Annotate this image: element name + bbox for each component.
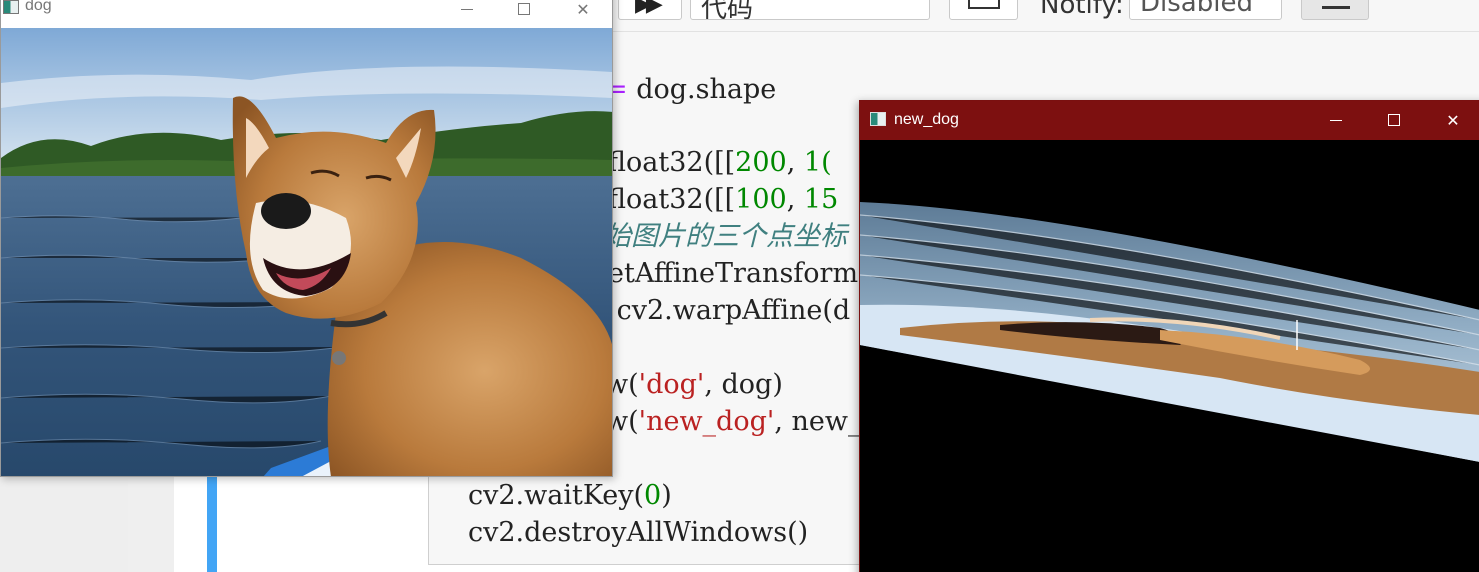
notify-select[interactable]: Disabled <box>1129 0 1282 20</box>
window-titlebar[interactable]: new_dog ✕ <box>860 101 1479 140</box>
dog-image-window[interactable]: dog ✕ <box>0 0 613 477</box>
code-line: cv2.warpAffine(d <box>608 295 851 326</box>
code-line: cv2.waitKey(0) <box>468 480 672 511</box>
fast-forward-icon: ▶▶ <box>635 0 663 17</box>
cell-type-value: 代码 <box>701 0 754 24</box>
notify-value: Disabled <box>1140 0 1253 18</box>
warped-dog-photo <box>860 140 1479 572</box>
code-line: w('dog', dog) <box>605 369 783 400</box>
minimize-button[interactable] <box>1313 106 1359 134</box>
code-line: cv2.destroyAllWindows() <box>468 517 809 548</box>
notify-label: Notify: <box>1040 0 1124 20</box>
minimize-button[interactable] <box>444 0 490 23</box>
maximize-button[interactable] <box>501 0 547 23</box>
list-icon <box>1322 0 1350 9</box>
code-line: float32([[200, 1( <box>608 147 832 178</box>
cell-type-select[interactable]: 代码 <box>690 0 930 24</box>
code-line: = dog.shape <box>605 74 777 105</box>
app-icon <box>870 112 886 126</box>
code-line: etAffineTransform <box>608 258 859 289</box>
window-titlebar[interactable]: dog ✕ <box>1 0 612 27</box>
keyboard-icon <box>968 0 1000 9</box>
window-title: new_dog <box>894 111 959 128</box>
dog-photo <box>1 28 612 476</box>
close-button[interactable]: ✕ <box>1430 106 1476 134</box>
close-button[interactable]: ✕ <box>560 0 606 23</box>
code-line: w('new_dog', new_ <box>605 406 862 437</box>
window-title: dog <box>25 0 52 14</box>
new-dog-image-window[interactable]: new_dog ✕ <box>859 100 1479 572</box>
run-all-button[interactable]: ▶▶ <box>618 0 682 20</box>
list-toggle-button[interactable] <box>1301 0 1369 20</box>
code-comment: 始图片的三个点坐标 <box>604 221 847 252</box>
command-palette-button[interactable] <box>949 0 1018 20</box>
app-icon <box>3 0 19 14</box>
code-line: float32([[100, 15 <box>608 184 839 215</box>
maximize-button[interactable] <box>1371 106 1417 134</box>
